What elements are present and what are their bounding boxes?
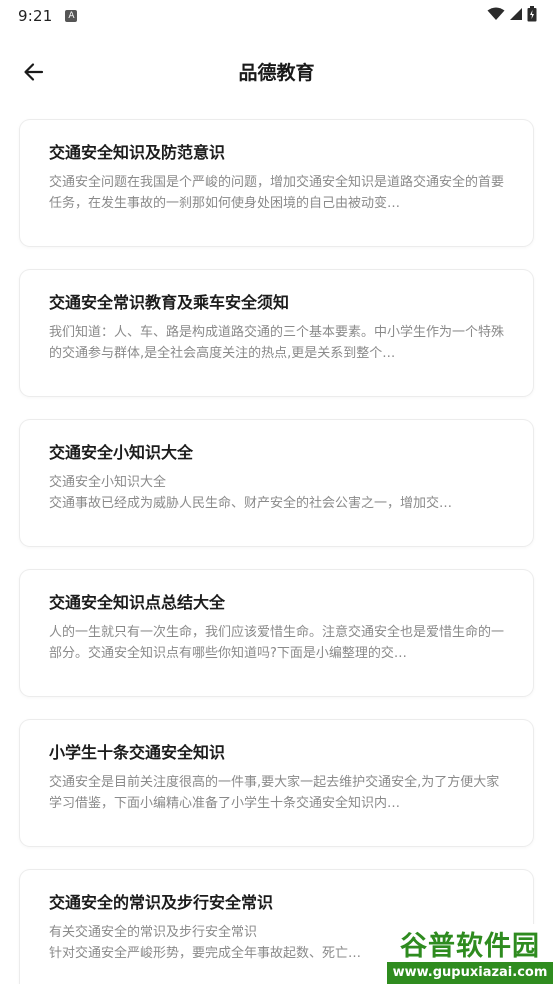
article-summary: 我们知道：人、车、路是构成道路交通的三个基本要素。中小学生作为一个特殊的交通参与… <box>49 325 505 361</box>
watermark-logo: 谷普软件园 www.gupuxiazai.com <box>387 924 553 984</box>
article-title: 交通安全知识点总结大全 <box>49 593 226 612</box>
article-summary: 人的一生就只有一次生命，我们应该爱惜生命。注意交通安全也是爱惜生命的一部分。交通… <box>49 625 505 661</box>
article-title: 交通安全的常识及步行安全常识 <box>49 893 274 912</box>
article-summary: 交通安全小知识大全 交通事故已经成为威胁人民生命、财产安全的社会公害之一，增加交… <box>49 475 453 511</box>
article-card[interactable]: 交通安全小知识大全 交通安全小知识大全 交通事故已经成为威胁人民生命、财产安全的… <box>20 420 533 546</box>
article-card[interactable]: 交通安全知识点总结大全 人的一生就只有一次生命，我们应该爱惜生命。注意交通安全也… <box>20 570 533 696</box>
battery-icon <box>527 6 537 22</box>
article-title: 交通安全小知识大全 <box>49 443 194 462</box>
watermark-name: 谷普软件园 <box>400 930 540 962</box>
status-time: 9:21 <box>18 7 53 25</box>
article-card[interactable]: 交通安全知识及防范意识 交通安全问题在我国是个严峻的问题，增加交通安全知识是道路… <box>20 120 533 246</box>
article-title: 交通安全知识及防范意识 <box>49 143 226 162</box>
page-title: 品德教育 <box>238 62 315 84</box>
article-summary: 交通安全是目前关注度很高的一件事,要大家一起去维护交通安全,为了方便大家学习借鉴… <box>49 775 500 811</box>
app-bar: 品德教育 <box>0 40 553 102</box>
notification-icon: A <box>65 10 78 22</box>
wifi-icon <box>487 7 505 20</box>
status-bar: 9:21 A <box>0 0 553 32</box>
article-title: 交通安全常识教育及乘车安全须知 <box>49 293 290 312</box>
signal-icon <box>510 8 522 20</box>
article-title: 小学生十条交通安全知识 <box>49 743 226 762</box>
article-card[interactable]: 小学生十条交通安全知识 交通安全是目前关注度很高的一件事,要大家一起去维护交通安… <box>20 720 533 846</box>
article-summary: 交通安全问题在我国是个严峻的问题，增加交通安全知识是道路交通安全的首要任务，在发… <box>49 175 505 211</box>
article-card[interactable]: 交通安全常识教育及乘车安全须知 我们知道：人、车、路是构成道路交通的三个基本要素… <box>20 270 533 396</box>
watermark-url: www.gupuxiazai.com <box>387 962 553 984</box>
article-list: 交通安全知识及防范意识 交通安全问题在我国是个严峻的问题，增加交通安全知识是道路… <box>20 120 533 984</box>
status-icons <box>487 6 537 22</box>
